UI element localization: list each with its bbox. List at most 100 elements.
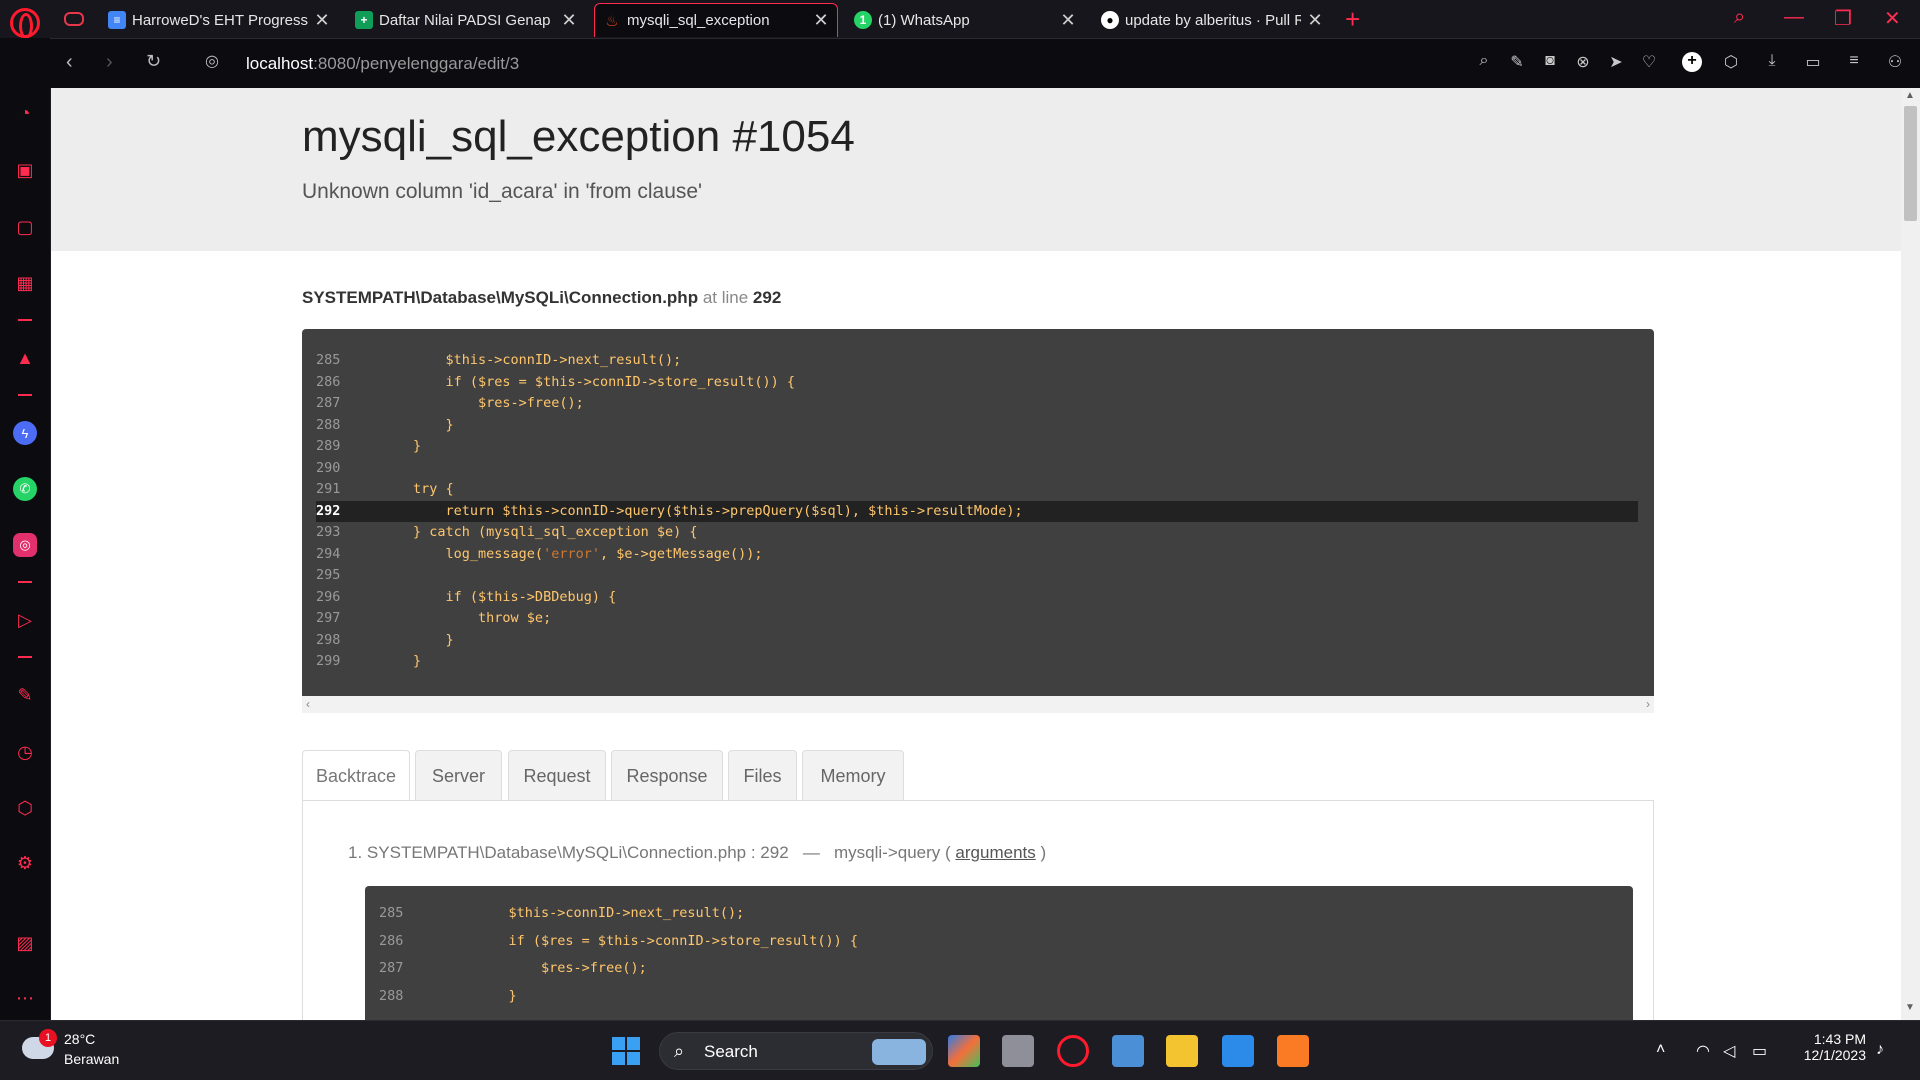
divider	[18, 394, 32, 396]
history-icon[interactable]: ◷	[13, 740, 37, 764]
gallery-icon[interactable]: ▨	[13, 931, 37, 955]
weather-widget[interactable]: 1 28°C Berawan	[22, 1029, 162, 1071]
shopping-icon[interactable]: ▣	[13, 158, 37, 182]
more-icon[interactable]: ⋯	[13, 986, 37, 1010]
settings-icon[interactable]: ⚙	[13, 851, 37, 875]
code-line: 295	[316, 567, 341, 583]
search-page-icon[interactable]: ⌕	[1474, 52, 1494, 72]
site-info-icon[interactable]: ◎	[205, 51, 219, 71]
taskbar-search[interactable]: ⌕ Search	[659, 1032, 933, 1070]
docs-icon: ≡	[108, 11, 126, 29]
code-line: 289 }	[316, 438, 422, 454]
url-field[interactable]: localhost:8080/penyelenggara/edit/3	[246, 54, 519, 74]
twitch-icon[interactable]: ▢	[13, 215, 37, 239]
pinboard-icon[interactable]: ✎	[13, 683, 37, 707]
close-icon[interactable]: ✕	[813, 10, 829, 31]
aria-icon[interactable]: ▲	[13, 346, 37, 370]
code-line: 291 try {	[316, 481, 454, 497]
send-icon[interactable]: ➤	[1606, 52, 1626, 72]
code-line: 296 if ($this->DBDebug) {	[316, 588, 617, 605]
block-icon[interactable]: ⊗	[1573, 52, 1593, 72]
error-location: SYSTEMPATH\Database\MySQLi\Connection.ph…	[302, 288, 782, 307]
back-button[interactable]: ‹	[66, 51, 73, 74]
chevron-up-icon[interactable]: ˄	[1656, 1041, 1665, 1059]
forward-button[interactable]: ›	[106, 51, 113, 74]
battery-icon[interactable]: ▭	[1752, 1041, 1767, 1061]
cpu-icon[interactable]: ▦	[13, 271, 37, 295]
tab-mysqli-exception[interactable]: ♨ mysqli_sql_exception ✕	[594, 3, 838, 37]
opera-taskbar-icon[interactable]	[1057, 1035, 1089, 1067]
opera-sidebar: ◔ ▣ ▢ ▦ ▲ ϟ ✆ ◎ ▷ ✎ ◷ ⬡ ⚙ ▨ ⋯	[0, 38, 50, 1020]
divider	[18, 656, 32, 658]
close-icon[interactable]: ✕	[1307, 10, 1323, 31]
opera-logo-icon[interactable]	[10, 8, 40, 39]
messenger-icon[interactable]: ϟ	[13, 421, 37, 445]
copilot-icon[interactable]	[948, 1035, 980, 1067]
close-icon[interactable]: ✕	[314, 10, 330, 31]
source-code-block: 285 $this->connID->next_result(); 286 if …	[302, 329, 1654, 696]
new-tab-button[interactable]: +	[1345, 4, 1360, 35]
address-bar: ‹ › ↻ ◎ localhost:8080/penyelenggara/edi…	[50, 38, 1920, 88]
windows-taskbar: 1 28°C Berawan ⌕ Search ˄ ◠ ◁ ▭ 1:43 PM …	[0, 1020, 1920, 1080]
heart-icon[interactable]: ♡	[1639, 52, 1659, 72]
tab-request[interactable]: Request	[508, 750, 606, 801]
tab-backtrace[interactable]: Backtrace	[302, 750, 410, 802]
settings-sliders-icon[interactable]: ≡	[1844, 52, 1864, 72]
player-icon[interactable]: ▷	[13, 608, 37, 632]
close-window-button[interactable]: ✕	[1884, 6, 1901, 31]
code-line: 286 if ($res = $this->connID->store_resu…	[316, 373, 796, 390]
error-page: mysqli_sql_exception #1054 Unknown colum…	[51, 88, 1901, 1020]
minimize-button[interactable]: —	[1784, 6, 1804, 29]
volume-icon[interactable]: ◁	[1723, 1041, 1735, 1061]
code-line: 290	[316, 459, 341, 476]
cube-icon[interactable]: ⬡	[1721, 52, 1741, 72]
profile-icon[interactable]: ⚇	[1885, 52, 1905, 72]
tab-memory[interactable]: Memory	[802, 750, 904, 801]
instagram-icon[interactable]: ◎	[13, 533, 37, 557]
sheets-icon: +	[355, 11, 373, 29]
performance-monitor-icon[interactable]	[1112, 1035, 1144, 1067]
close-icon[interactable]: ✕	[561, 10, 577, 31]
github-icon: ●	[1101, 11, 1119, 29]
arguments-link[interactable]: arguments	[955, 843, 1035, 862]
clock[interactable]: 1:43 PM 12/1/2023	[1790, 1031, 1866, 1063]
add-icon[interactable]: +	[1682, 52, 1702, 72]
vscode-icon[interactable]	[1222, 1035, 1254, 1067]
code-line: 297 throw $e;	[316, 610, 552, 626]
battery-saver-icon[interactable]: ▭	[1803, 52, 1823, 72]
notification-bell-icon[interactable]: ♪	[1876, 1041, 1884, 1059]
extensions-icon[interactable]: ⬡	[13, 796, 37, 820]
tab-files[interactable]: Files	[728, 750, 797, 801]
horizontal-scrollbar[interactable]: ‹ ›	[302, 696, 1654, 713]
search-tabs-icon[interactable]: ⌕	[1734, 6, 1745, 29]
tab-response[interactable]: Response	[611, 750, 723, 801]
reload-button[interactable]: ↻	[146, 51, 161, 72]
restore-button[interactable]: ❐	[1834, 6, 1852, 31]
edit-icon[interactable]: ✎	[1507, 52, 1527, 72]
vertical-scrollbar[interactable]: ▲ ▼	[1901, 88, 1920, 1020]
whatsapp-icon[interactable]: ✆	[13, 477, 37, 501]
code-line: 288 }	[316, 416, 454, 433]
search-icon: ⌕	[674, 1041, 685, 1061]
speed-dial-icon[interactable]: ◔	[13, 101, 37, 125]
tab-docs[interactable]: ≡ HarroweD's EHT Progressio ✕	[100, 3, 338, 37]
start-button[interactable]	[612, 1037, 640, 1065]
download-icon[interactable]: ⤓	[1762, 52, 1782, 72]
code-line: 287 $res->free();	[316, 395, 584, 411]
code-line: 286 if ($res = $this->connID->store_resu…	[379, 932, 859, 949]
file-explorer-icon[interactable]	[1166, 1035, 1198, 1067]
tab-github[interactable]: ● update by alberitus · Pull R ✕	[1093, 3, 1331, 37]
backtrace-item: 1. SYSTEMPATH\Database\MySQLi\Connection…	[348, 843, 1047, 862]
task-view-icon[interactable]	[1002, 1035, 1034, 1067]
tab-whatsapp[interactable]: 1 (1) WhatsApp ✕	[846, 3, 1084, 37]
tab-server[interactable]: Server	[415, 750, 502, 801]
xampp-icon[interactable]	[1277, 1035, 1309, 1067]
wifi-icon[interactable]: ◠	[1696, 1041, 1710, 1061]
close-icon[interactable]: ✕	[1060, 10, 1076, 31]
tab-sheets[interactable]: + Daftar Nilai PADSI Genap 2 ✕	[347, 3, 585, 37]
camera-icon[interactable]: ◙	[1540, 52, 1560, 72]
gamepad-icon[interactable]	[64, 12, 84, 26]
backtrace-code-block: 285 $this->connID->next_result(); 286 if …	[365, 886, 1633, 1020]
code-line: 293 } catch (mysqli_sql_exception $e) {	[316, 524, 698, 540]
divider	[18, 581, 32, 583]
